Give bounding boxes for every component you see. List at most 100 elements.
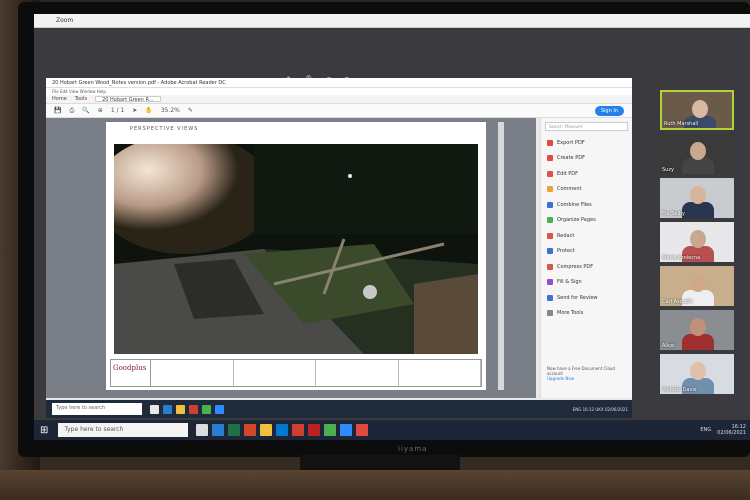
participant-avatar <box>690 230 706 248</box>
participant-tile[interactable]: Ruth Marshall <box>660 90 734 130</box>
tool-label: Organize Pages <box>557 217 596 224</box>
title-block-cell <box>151 360 234 386</box>
tool-item[interactable]: Redact <box>541 228 632 244</box>
tool-item[interactable]: More Tools <box>541 306 632 322</box>
tool-icon <box>547 217 553 224</box>
desk <box>0 470 750 500</box>
participant-tile[interactable]: Alice <box>660 310 734 350</box>
tool-item[interactable]: Create PDF <box>541 151 632 167</box>
upgrade-link[interactable]: Upgrade Now <box>547 376 627 381</box>
app-icon[interactable] <box>356 424 369 436</box>
powerpoint-icon[interactable] <box>244 424 257 436</box>
host-windows-taskbar: ⊞ Type here to search ENG 16:12 02/06/20… <box>34 420 750 440</box>
zoom-titlebar: Zoom <box>34 14 750 28</box>
tools-search-input[interactable]: Search 'Measure' <box>545 122 628 131</box>
task-view-icon[interactable] <box>150 404 159 414</box>
tab-document[interactable]: 20 Hobart Green R... <box>95 96 161 103</box>
tool-item[interactable]: Fill & Sign <box>541 275 632 291</box>
windows-start-icon[interactable]: ⊞ <box>40 425 48 436</box>
tool-item[interactable]: Compress PDF <box>541 259 632 275</box>
host-taskbar-apps <box>196 424 369 436</box>
tool-icon <box>547 139 553 146</box>
save-icon[interactable]: 💾 <box>54 107 61 114</box>
acrobat-menubar[interactable]: File Edit View Window Help <box>46 88 632 95</box>
chrome-icon[interactable] <box>324 424 337 436</box>
edge-icon[interactable] <box>163 404 172 414</box>
zoom-app-icon[interactable] <box>340 424 353 436</box>
tab-home[interactable]: Home <box>52 96 67 102</box>
monitor-brand-logo: iiyama <box>398 445 428 453</box>
tool-label: More Tools <box>557 310 584 317</box>
tool-label: Fill & Sign <box>557 279 582 286</box>
acrobat-icon[interactable] <box>292 424 305 436</box>
tool-label: Combine Files <box>557 201 592 208</box>
zoom-level[interactable]: 35.2% <box>161 107 180 114</box>
participant-tile[interactable]: Suzy <box>660 134 734 174</box>
participant-name: Maria Koniecna <box>662 255 701 261</box>
task-view-icon[interactable] <box>196 424 209 436</box>
chrome-icon[interactable] <box>202 404 211 414</box>
cloud-promo: Now have a Free Document Cloud account U… <box>547 366 627 381</box>
title-block-cell <box>399 360 481 386</box>
participant-tile[interactable]: Carl Asquith <box>660 266 734 306</box>
tool-item[interactable]: Protect <box>541 244 632 260</box>
participant-name: Carl Asquith <box>662 299 693 305</box>
select-icon[interactable]: ➤ <box>132 107 137 114</box>
print-icon[interactable]: ⎙ <box>69 107 74 115</box>
tools-list: Export PDF Create PDF Edit PDF Comment Combi… <box>541 135 632 321</box>
tool-label: Edit PDF <box>557 170 579 177</box>
zoom-meeting-area: ✎ 🎙 ◉ ● ‹ 20 Hobart Green Wood_Notes ver… <box>34 28 750 420</box>
tool-label: Create PDF <box>557 155 585 162</box>
tool-icon <box>547 186 553 193</box>
clock[interactable]: 16:12 02/06/2021 <box>717 424 746 436</box>
shared-system-tray: ENG 16:12 UKX 02/06/2021 <box>572 406 628 412</box>
participant-video <box>682 158 714 174</box>
participant-tile[interactable]: Maria Koniecna <box>660 222 734 262</box>
title-block-cell <box>316 360 399 386</box>
shared-search-box[interactable]: Type here to search <box>52 403 142 415</box>
tool-label: Comment <box>557 186 582 193</box>
prev-page-icon[interactable]: ⊕ <box>98 107 103 114</box>
tool-label: Send for Review <box>557 294 598 301</box>
participant-tile[interactable]: Ele Selby <box>660 178 734 218</box>
acrobat-icon[interactable] <box>189 404 198 414</box>
host-search-box[interactable]: Type here to search <box>58 423 189 437</box>
language-indicator[interactable]: ENG <box>700 427 711 433</box>
hand-icon[interactable]: ✋ <box>145 107 152 114</box>
sign-in-button[interactable]: Sign In <box>594 105 624 116</box>
page-indicator[interactable]: 1 / 1 <box>111 107 124 114</box>
comment-icon[interactable]: ✎ <box>188 107 193 114</box>
zoom-window-title: Zoom <box>56 17 74 24</box>
tool-item[interactable]: Combine Files <box>541 197 632 213</box>
folder-icon[interactable] <box>176 404 185 414</box>
tool-item[interactable]: Comment <box>541 182 632 198</box>
acrobat-tools-pane: Search 'Measure' Export PDF Create PDF Edi… <box>540 118 632 398</box>
participant-avatar <box>690 186 706 204</box>
participant-video <box>682 334 714 350</box>
pdf-icon[interactable] <box>308 424 321 436</box>
garden-render-image <box>114 144 478 354</box>
tool-icon <box>547 155 553 162</box>
tool-label: Protect <box>557 248 575 255</box>
zoom-app-icon[interactable] <box>215 404 224 414</box>
tool-item[interactable]: Organize Pages <box>541 213 632 229</box>
tool-item[interactable]: Edit PDF <box>541 166 632 182</box>
tool-item[interactable]: Export PDF <box>541 135 632 151</box>
mail-icon[interactable] <box>276 424 289 436</box>
tool-icon <box>547 294 553 301</box>
search-icon[interactable]: 🔍 <box>82 107 89 114</box>
participant-name: Alice <box>662 343 675 349</box>
promo-text: Now have a Free Document Cloud account <box>547 366 615 376</box>
tool-item[interactable]: Send for Review <box>541 290 632 306</box>
tab-tools[interactable]: Tools <box>75 96 87 102</box>
word-icon[interactable] <box>212 424 225 436</box>
title-block-cell <box>234 360 316 386</box>
participant-tile[interactable]: Victoria Davis <box>660 354 734 394</box>
participant-avatar <box>692 100 708 118</box>
tool-icon <box>547 201 553 208</box>
folder-icon[interactable] <box>260 424 273 436</box>
excel-icon[interactable] <box>228 424 241 436</box>
drawing-title-block: Goodplus <box>110 359 482 387</box>
participant-video <box>682 202 714 218</box>
vertical-scrollbar[interactable] <box>498 122 504 390</box>
